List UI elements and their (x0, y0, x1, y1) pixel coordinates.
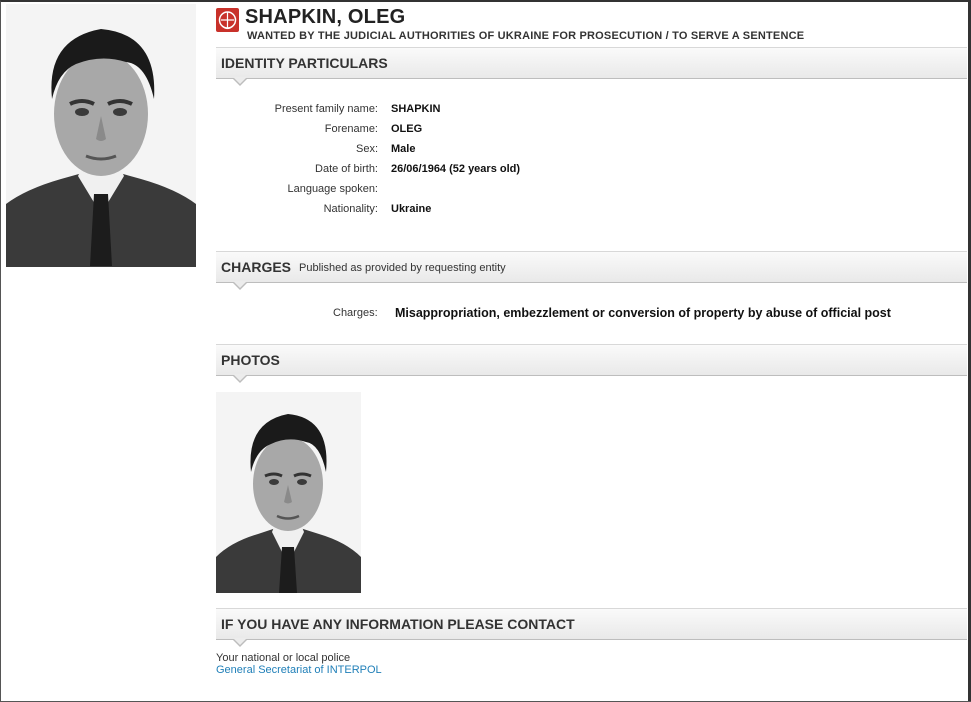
interpol-contact-link[interactable]: General Secretariat of INTERPOL (216, 664, 382, 676)
identity-row-date-of-birth: Date of birth: 26/06/1964 (52 years old) (216, 163, 716, 179)
contact-police-text: Your national or local police (216, 652, 351, 664)
field-value: SHAPKIN (391, 103, 441, 115)
identity-row-family-name: Present family name: SHAPKIN (216, 103, 716, 119)
identity-row-language-spoken: Language spoken: (216, 183, 716, 199)
field-label: Language spoken: (287, 183, 378, 195)
field-label: Date of birth: (315, 163, 378, 175)
section-title: PHOTOS (221, 352, 280, 368)
field-value: Ukraine (391, 203, 432, 215)
photos-header: PHOTOS (216, 344, 967, 383)
header-pointer (232, 638, 248, 647)
header-pointer (232, 281, 248, 290)
charges-value: Misappropriation, embezzlement or conver… (395, 306, 891, 320)
section-title: IF YOU HAVE ANY INFORMATION PLEASE CONTA… (221, 616, 575, 632)
header-pointer (232, 77, 248, 86)
field-label: Sex: (355, 143, 378, 155)
charges-label: Charges: (333, 307, 378, 319)
identity-row-forename: Forename: OLEG (216, 123, 716, 139)
wanted-subtitle: WANTED BY THE JUDICIAL AUTHORITIES OF UK… (247, 30, 805, 42)
main-portrait-photo (6, 4, 196, 267)
charges-note: Published as provided by requesting enti… (299, 262, 506, 274)
section-title: CHARGES (221, 259, 292, 275)
field-value: Male (391, 143, 416, 155)
field-label: Present family name: (274, 103, 378, 115)
field-label: Forename: (324, 123, 378, 135)
charges-header: CHARGES Published as provided by request… (216, 251, 967, 290)
field-value: 26/06/1964 (52 years old) (391, 163, 521, 175)
field-label: Nationality: (323, 203, 378, 215)
interpol-emblem-icon (216, 8, 239, 32)
header-pointer (232, 374, 248, 383)
identity-particulars-header: IDENTITY PARTICULARS (216, 47, 967, 86)
identity-row-sex: Sex: Male (216, 143, 716, 159)
section-title: IDENTITY PARTICULARS (221, 55, 388, 71)
gallery-photo-thumbnail[interactable] (216, 392, 361, 593)
field-value: OLEG (391, 123, 423, 135)
contact-header: IF YOU HAVE ANY INFORMATION PLEASE CONTA… (216, 608, 967, 647)
wanted-person-name: SHAPKIN, OLEG (245, 6, 406, 28)
identity-row-nationality: Nationality: Ukraine (216, 203, 716, 219)
